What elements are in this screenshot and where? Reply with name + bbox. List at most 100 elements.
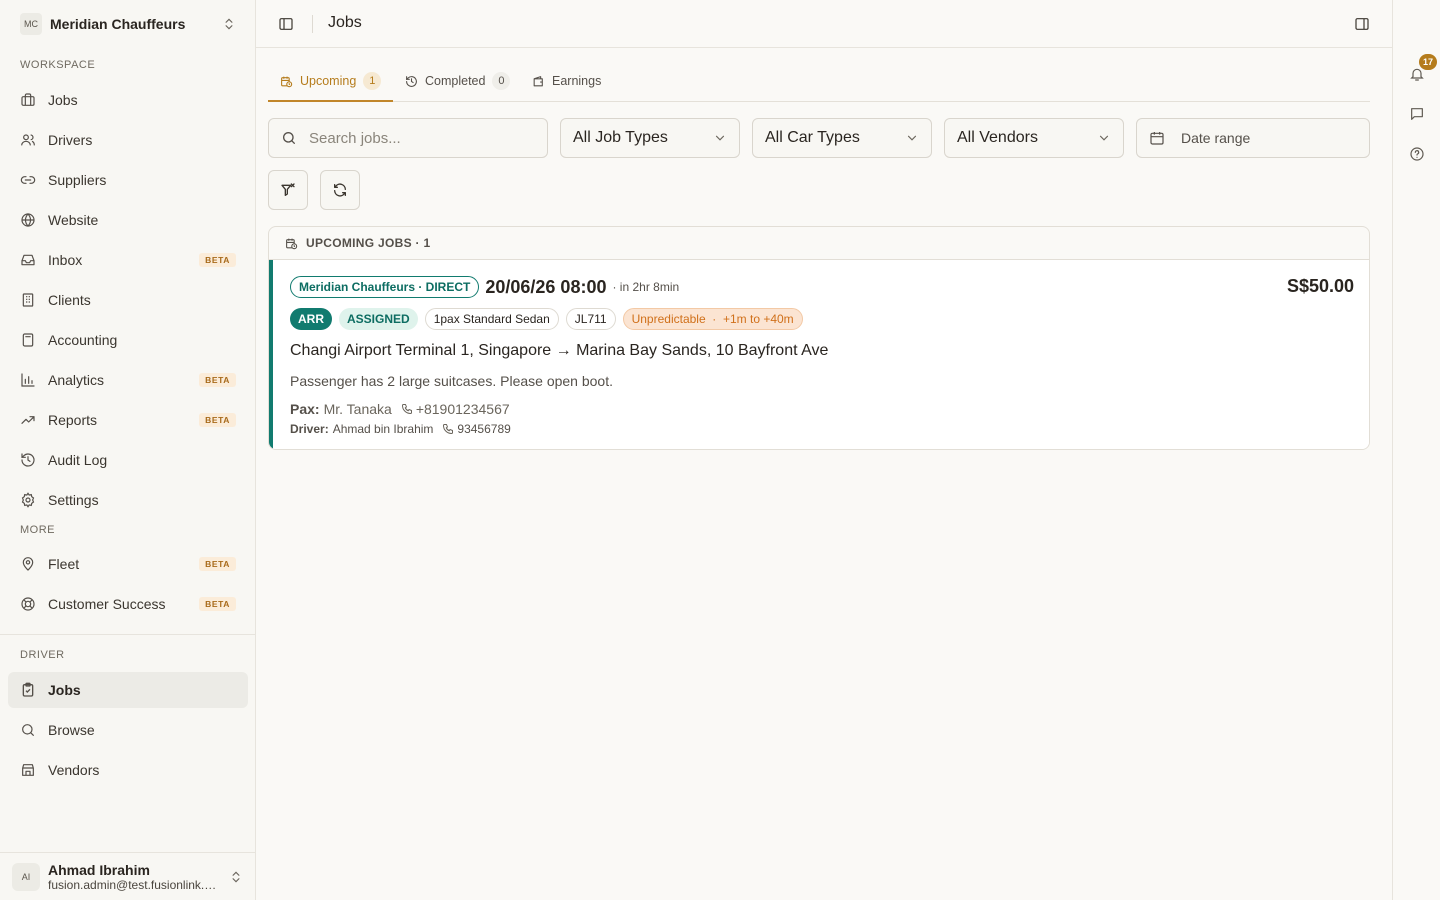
sidebar-item-label: Reports [48, 412, 98, 428]
job-card[interactable]: Meridian Chauffeurs · DIRECT 20/06/26 08… [269, 260, 1369, 449]
trending-up-icon [20, 412, 36, 428]
phone-icon [442, 423, 454, 435]
chevron-down-icon [905, 131, 919, 145]
inbox-icon [20, 252, 36, 268]
job-note: Passenger has 2 large suitcases. Please … [290, 373, 613, 389]
beta-badge: BETA [199, 413, 236, 427]
messages-button[interactable] [1403, 100, 1431, 128]
clipboard-icon [20, 682, 36, 698]
sidebar-item-label: Website [48, 212, 99, 228]
sidebar-item-vendors[interactable]: Vendors [8, 752, 248, 788]
notification-count-badge: 17 [1419, 54, 1437, 70]
help-button[interactable] [1403, 140, 1431, 168]
calendar-icon [1149, 130, 1165, 146]
sidebar-item-fleet[interactable]: Fleet BETA [8, 546, 248, 582]
sidebar-item-drivers[interactable]: Drivers [8, 122, 248, 158]
driver-info: Driver: Ahmad bin Ibrahim 93456789 [290, 422, 511, 436]
eta-badge: Unpredictable · +1m to +40m [622, 308, 803, 330]
org-name: Meridian Chauffeurs [50, 16, 186, 32]
topbar: Jobs [256, 0, 1392, 48]
org-switcher[interactable]: MC Meridian Chauffeurs [8, 6, 248, 42]
sidebar-item-browse[interactable]: Browse [8, 712, 248, 748]
pax-name: Mr. Tanaka [323, 401, 392, 417]
search-icon [281, 130, 297, 146]
sidebar-item-label: Settings [48, 492, 99, 508]
users-icon [20, 132, 36, 148]
refresh-button[interactable] [320, 170, 360, 210]
tab-upcoming[interactable]: Upcoming 1 [280, 70, 382, 92]
panel-right-icon [1354, 16, 1370, 32]
job-datetime: 20/06/26 08:00 [485, 276, 607, 297]
sidebar-item-website[interactable]: Website [8, 202, 248, 238]
beta-badge: BETA [199, 557, 236, 571]
chevrons-up-down-icon [229, 870, 243, 884]
map-pin-icon [20, 556, 36, 572]
tab-label: Earnings [552, 74, 602, 88]
driver-label: Driver: [290, 422, 329, 436]
car-type-badge: 1pax Standard Sedan [424, 308, 559, 330]
page-title: Jobs [328, 14, 362, 31]
panel-title: UPCOMING JOBS · 1 [306, 236, 431, 250]
sidebar-item-analytics[interactable]: Analytics BETA [8, 362, 248, 398]
globe-icon [20, 212, 36, 228]
bar-chart-icon [20, 372, 36, 388]
toggle-right-panel-button[interactable] [1348, 10, 1376, 38]
toggle-sidebar-button[interactable] [272, 10, 300, 38]
sidebar-item-accounting[interactable]: Accounting [8, 322, 248, 358]
user-name: Ahmad Ibrahim [48, 861, 150, 878]
calendar-clock-icon [285, 237, 298, 250]
history-icon [20, 452, 36, 468]
sidebar-item-suppliers[interactable]: Suppliers [8, 162, 248, 198]
vendor-select[interactable]: All Vendors [944, 118, 1124, 158]
avatar: AI [12, 862, 40, 891]
calendar-clock-icon [280, 75, 293, 88]
flight-badge: JL711 [565, 308, 616, 330]
date-range-picker[interactable]: Date range [1136, 118, 1370, 158]
user-menu[interactable]: AI Ahmad Ibrahim fusion.admin@test.fusio… [0, 852, 255, 900]
job-route: Changi Airport Terminal 1, Singapore → M… [290, 342, 829, 359]
beta-badge: BETA [199, 597, 236, 611]
vendor-value: All Vendors [957, 129, 1038, 146]
sidebar-item-label: Clients [48, 292, 91, 308]
pax-phone[interactable]: +81901234567 [416, 401, 510, 417]
divider [312, 15, 313, 33]
user-email: fusion.admin@test.fusionlink.a... [48, 877, 220, 892]
sidebar-item-label: Inbox [48, 252, 83, 268]
sidebar-item-audit-log[interactable]: Audit Log [8, 442, 248, 478]
org-avatar: MC [20, 13, 42, 35]
sidebar-item-label: Jobs [48, 682, 81, 698]
sidebar-item-settings[interactable]: Settings [8, 482, 248, 518]
tab-completed[interactable]: Completed 0 [405, 70, 511, 92]
car-type-value: All Car Types [765, 129, 860, 146]
status-badge: ASSIGNED [339, 308, 418, 330]
sidebar-item-jobs[interactable]: Jobs [8, 82, 248, 118]
active-tab-indicator [268, 100, 393, 102]
driver-phone[interactable]: 93456789 [457, 422, 510, 436]
sidebar-item-label: Browse [48, 722, 95, 738]
beta-badge: BETA [199, 373, 236, 387]
vendor-badge: Meridian Chauffeurs · DIRECT [290, 276, 480, 298]
sidebar-item-reports[interactable]: Reports BETA [8, 402, 248, 438]
search-input[interactable] [309, 129, 529, 147]
calculator-icon [20, 332, 36, 348]
wallet-icon [532, 75, 545, 88]
sidebar-item-driver-jobs[interactable]: Jobs [8, 672, 248, 708]
sidebar-item-inbox[interactable]: Inbox BETA [8, 242, 248, 278]
sidebar-item-label: Customer Success [48, 596, 166, 612]
tab-count-badge: 0 [492, 72, 511, 90]
panel-header: UPCOMING JOBS · 1 [269, 227, 1369, 260]
sidebar-item-clients[interactable]: Clients [8, 282, 248, 318]
passenger-info: Pax: Mr. Tanaka +81901234567 [290, 401, 510, 417]
search-field[interactable] [268, 118, 548, 158]
lifebuoy-icon [20, 596, 36, 612]
panel-left-icon [278, 16, 294, 32]
job-type-select[interactable]: All Job Types [560, 118, 740, 158]
upcoming-jobs-panel: UPCOMING JOBS · 1 Meridian Chauffeurs · … [268, 226, 1370, 450]
job-tags: ARR ASSIGNED 1pax Standard Sedan JL711 U… [290, 308, 810, 330]
car-type-select[interactable]: All Car Types [752, 118, 932, 158]
sidebar-item-customer-success[interactable]: Customer Success BETA [8, 586, 248, 622]
tab-earnings[interactable]: Earnings [532, 70, 601, 92]
section-label-driver: DRIVER [20, 649, 65, 661]
clear-filters-button[interactable] [268, 170, 308, 210]
sidebar-item-label: Vendors [48, 762, 100, 778]
